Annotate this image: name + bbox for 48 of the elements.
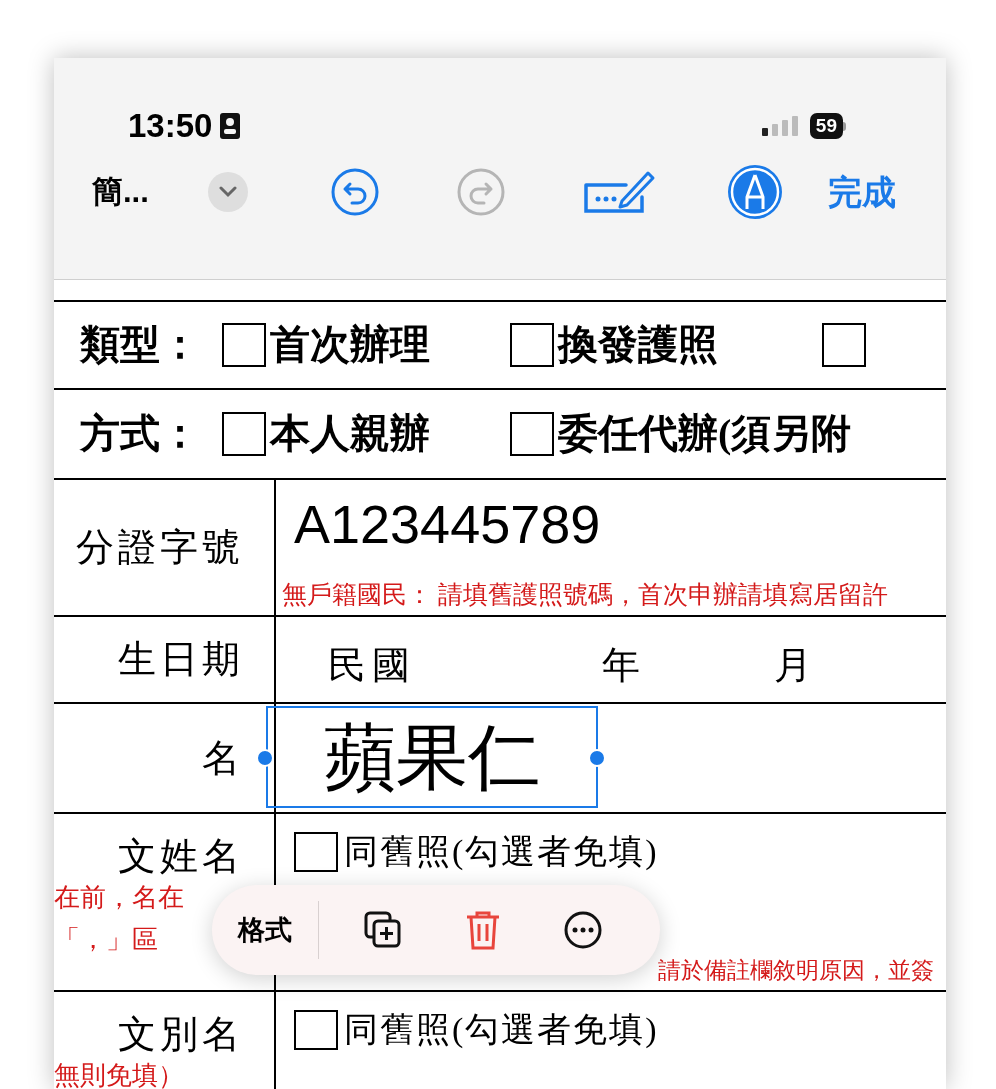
field-label: 方式： (78, 410, 201, 458)
instruction-note: 在前，名在 (54, 882, 184, 914)
trash-icon (465, 909, 501, 951)
markup-button[interactable] (726, 163, 784, 221)
pen-tip-icon (726, 163, 784, 221)
checkbox[interactable] (294, 1009, 338, 1050)
field-label: 名 (202, 735, 244, 781)
document-title[interactable]: 簡... (92, 168, 208, 216)
done-button[interactable]: 完成 (828, 166, 896, 218)
more-icon (563, 910, 603, 950)
instruction-note: 無則免填） (54, 1060, 184, 1089)
redo-icon (456, 167, 506, 217)
checkbox[interactable] (510, 323, 554, 367)
id-number-value: A123445789 (294, 493, 601, 556)
undo-button[interactable] (330, 167, 380, 217)
field-label: 文姓名 (118, 834, 244, 879)
duplicate-icon (363, 910, 403, 950)
resize-handle[interactable] (256, 749, 274, 767)
resize-handle[interactable] (588, 749, 606, 767)
checkbox[interactable] (822, 323, 866, 367)
checkbox[interactable] (222, 412, 266, 456)
date-label: 民國 (328, 643, 416, 688)
option-label: 本人親辦 (270, 410, 430, 458)
dropdown-button[interactable] (208, 172, 248, 212)
option-label: 首次辦理 (270, 321, 430, 369)
battery-icon: 59 (809, 113, 846, 139)
instruction-note: 請於備註欄敘明原因，並簽 (658, 957, 934, 985)
checkbox[interactable] (294, 831, 338, 872)
undo-icon (330, 167, 380, 217)
option-label: 同舊照(勾選者免填) (344, 1010, 659, 1050)
date-label: 年 (602, 643, 646, 688)
format-button[interactable]: 格式 (238, 901, 319, 959)
field-label: 分證字號 (76, 525, 244, 570)
instruction-note: 無戶籍國民： 請填舊護照號碼，首次申辦請填寫居留許 (282, 580, 889, 610)
option-label: 換發護照 (558, 321, 718, 369)
field-label: 類型： (78, 321, 201, 369)
chevron-down-icon (219, 186, 237, 198)
instruction-note: 「，」區 (54, 924, 158, 956)
date-label: 月 (774, 643, 818, 688)
checkbox[interactable] (510, 412, 554, 456)
text-box[interactable]: 蘋果仁 (266, 706, 598, 808)
field-label: 文別名 (118, 1012, 244, 1057)
person-card-icon (220, 113, 241, 139)
option-label: 同舊照(勾選者免填) (344, 832, 659, 872)
field-label: 生日期 (118, 637, 244, 682)
checkbox[interactable] (222, 323, 266, 367)
option-label: 委任代辦(須另附 (558, 410, 852, 458)
clock-time: 13:50 (128, 106, 213, 147)
